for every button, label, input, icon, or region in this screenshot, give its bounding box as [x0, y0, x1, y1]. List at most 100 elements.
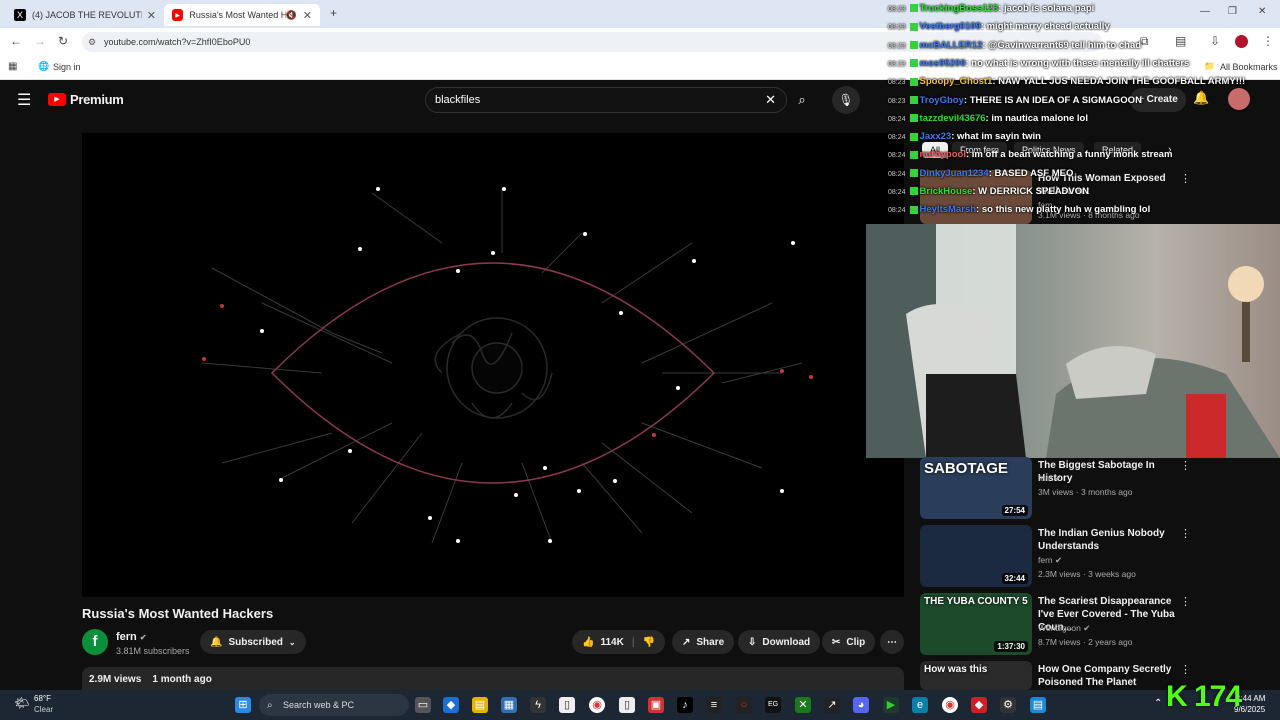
task-view-icon[interactable]: ▭	[415, 697, 431, 713]
search-icon: ⌕	[267, 699, 273, 711]
chat-badge-icon	[909, 41, 918, 50]
app-icon-red-2[interactable]: ◆	[971, 697, 987, 713]
apps-grid-icon[interactable]: ▦	[8, 61, 17, 72]
like-button[interactable]: 👍 114K | 👎	[572, 630, 666, 654]
discord-icon[interactable]: ◕	[853, 697, 869, 713]
reload-icon[interactable]: ↻	[58, 34, 68, 48]
chat-timestamp: 08:24	[888, 115, 906, 123]
store-icon[interactable]: ▦	[501, 697, 517, 713]
chat-timestamp: 08:24	[888, 152, 906, 160]
chrome-icon[interactable]: ◉	[589, 697, 605, 713]
chrome-icon-2[interactable]: ◉	[942, 697, 958, 713]
chat-badge-icon	[909, 150, 918, 159]
chat-username: TruckingBoss123	[919, 3, 999, 14]
clear-search-icon[interactable]: ✕	[765, 88, 776, 112]
recommendation-title: The Indian Genius Nobody Understands	[1038, 528, 1165, 552]
hamburger-menu-icon[interactable]: ☰	[17, 90, 31, 110]
share-button[interactable]: ↗ Share	[672, 630, 735, 654]
globe-icon: 🌐	[38, 61, 50, 71]
like-divider: |	[631, 636, 635, 648]
windows-start-icon[interactable]: ⊞	[235, 697, 251, 713]
tiktok-icon[interactable]: ♪	[677, 697, 693, 713]
chat-message: 08:23 TroyGboy: THERE IS AN IDEA OF A SIG…	[888, 95, 1142, 111]
new-tab-icon[interactable]: +	[330, 6, 337, 20]
chat-username: TroyGboy	[919, 94, 964, 106]
kick-icon[interactable]: ▶	[883, 697, 899, 713]
tab-label: (4) JACOB THE REVOLUTIONA	[32, 10, 142, 20]
stocks-icon[interactable]: ↗	[824, 697, 840, 713]
weather-temp[interactable]: 68°F	[34, 694, 51, 703]
channel-avatar[interactable]: f	[82, 629, 108, 655]
webcam-overlay	[866, 224, 1280, 458]
app-icon-red[interactable]: ▣	[648, 697, 664, 713]
recommendation-item[interactable]: SABOTAGE 27:54 The Biggest Sabotage In His…	[920, 457, 1250, 519]
app-icon-blue[interactable]: ▤	[1030, 697, 1046, 713]
more-actions-icon[interactable]: ⋯	[880, 630, 904, 654]
recommendation-item[interactable]: THE YUBA COUNTY 5 1:37:30 The Scariest Dis…	[920, 593, 1250, 655]
chat-message: 08:23 Vestberg0109: might marry chead act…	[888, 21, 1110, 37]
video-frame-eye-graphic	[201, 187, 813, 544]
app-icon-bolt[interactable]: ϟ	[530, 697, 546, 713]
recommendation-meta: 8.7M views · 2 years ago	[1038, 637, 1133, 647]
meta-separator	[144, 674, 150, 685]
back-icon[interactable]: ←	[10, 34, 22, 48]
channel-name-link[interactable]: fern ✔	[116, 631, 147, 643]
microphone-icon[interactable]: 🎙	[832, 86, 860, 114]
youtube-logo-icon: ▶	[48, 93, 66, 106]
youtube-logo[interactable]: ▶ Premium	[48, 92, 124, 107]
x-logo-icon: X	[14, 9, 26, 21]
more-options-icon[interactable]: ⋮	[1180, 663, 1191, 676]
more-options-icon[interactable]: ⋮	[1180, 595, 1191, 608]
chat-text: im off a bean watching a funny monk stre…	[971, 149, 1173, 161]
search-input[interactable]: blackfiles ✕	[425, 87, 787, 113]
recommendation-meta: 3M views · 3 months ago	[1038, 487, 1133, 497]
chat-message: 08:24 Jaxx23: what im sayin twin	[888, 131, 1041, 147]
chat-text: what im sayin twin	[957, 131, 1041, 143]
download-icon: ⇩	[748, 636, 757, 648]
more-options-icon[interactable]: ⋮	[1180, 527, 1191, 540]
verified-check-icon: ✔	[1052, 555, 1063, 565]
upload-age: 1 month ago	[152, 674, 212, 685]
speaker-muted-icon[interactable]: 🔇	[286, 10, 297, 21]
epic-games-icon[interactable]: EG	[765, 697, 781, 713]
xbox-icon[interactable]: ✕	[795, 697, 811, 713]
edge-icon[interactable]: e	[912, 697, 928, 713]
chat-message: 08:24 BrickHouse: W DERRICK SPEADVON	[888, 186, 1089, 202]
file-explorer-icon[interactable]: ▤	[472, 697, 488, 713]
thumbs-down-icon[interactable]: 👎	[643, 637, 655, 648]
taskbar-search[interactable]: ⌕ Search web & PC	[259, 694, 409, 716]
thumbnail-text: THE YUBA COUNTY 5	[924, 596, 1028, 607]
stream-chat-overlay: 08:23 TruckingBoss123: jacob is solana pa…	[866, 0, 1280, 224]
chat-username: Spoopy_Ghost1	[919, 76, 993, 88]
subscribed-button[interactable]: 🔔 Subscribed ⌄	[200, 630, 306, 654]
chat-badge-icon	[909, 114, 918, 123]
clip-button[interactable]: ✂ Clip	[822, 630, 876, 654]
chat-badge-icon	[909, 59, 918, 68]
video-title: Russia's Most Wanted Hackers	[82, 606, 274, 621]
tray-chevron-icon[interactable]: ⌃	[1154, 698, 1162, 709]
site-info-icon[interactable]: ⚙	[88, 37, 96, 48]
settings-gear-icon[interactable]: ⚙	[1000, 697, 1016, 713]
app-icon-dark[interactable]: ≡	[706, 697, 722, 713]
download-button[interactable]: ⇩ Download	[738, 630, 821, 654]
search-icon[interactable]: ⌕	[788, 87, 816, 113]
recommendation-title: How One Company Secretly Poisoned The Pl…	[1038, 664, 1172, 688]
chat-text: W DERRICK SPEADVON	[978, 186, 1089, 197]
like-count: 114K	[600, 636, 624, 648]
tab-jacob[interactable]: X (4) JACOB THE REVOLUTIONA ✕	[6, 4, 164, 26]
copilot-icon[interactable]: ◆	[443, 697, 459, 713]
notepad-icon[interactable]: ▯	[559, 697, 575, 713]
forward-icon[interactable]: →	[34, 34, 46, 48]
tab-youtube[interactable]: ▶ Russia's Most Wanted Hack 🔇 ✕	[164, 4, 320, 26]
opera-icon[interactable]: ○	[736, 697, 752, 713]
document-icon[interactable]: ▯	[619, 697, 635, 713]
chat-message: 08:24 tazzdevil43676: im nautica malone l…	[888, 113, 1088, 129]
chat-message: 08:24 nurhypool: im off a bean watching a…	[888, 149, 1172, 165]
close-tab-icon[interactable]: ✕	[303, 9, 312, 22]
close-tab-icon[interactable]: ✕	[147, 9, 156, 22]
chat-timestamp: 08:23	[888, 42, 906, 50]
bookmark-sign-in[interactable]: Sign in	[53, 62, 81, 72]
video-player[interactable]	[82, 133, 904, 597]
recommendation-item[interactable]: 32:44 The Indian Genius Nobody Understand…	[920, 525, 1250, 587]
more-options-icon[interactable]: ⋮	[1180, 459, 1191, 472]
